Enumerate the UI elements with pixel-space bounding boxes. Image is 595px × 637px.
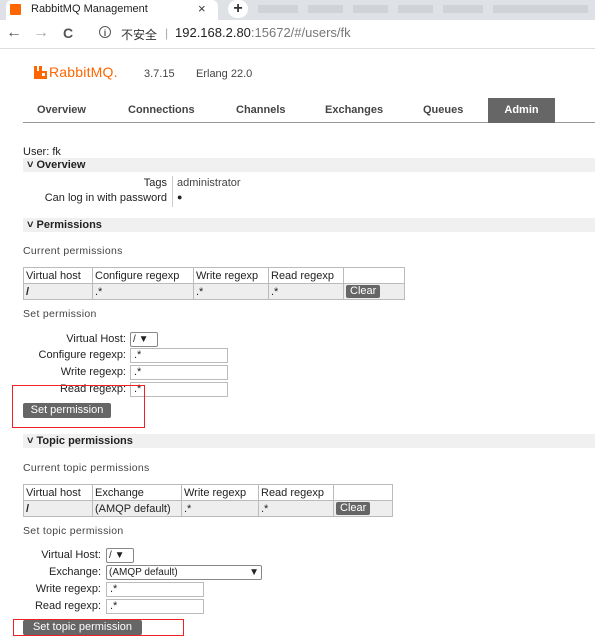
current-topic-permissions-heading: Current topic permissions xyxy=(23,462,150,474)
overview-heading: Overview xyxy=(36,159,86,171)
url-path: :15672/#/users/fk xyxy=(250,25,351,40)
cell-write: .* xyxy=(193,283,269,300)
version-label: 3.7.15 xyxy=(144,68,175,80)
permissions-heading: Permissions xyxy=(36,219,102,231)
cell-read: .* xyxy=(258,500,334,517)
column-header: Virtual host xyxy=(23,484,93,501)
topic-permissions-section-header[interactable]: ˅ Topic permissions xyxy=(23,434,595,448)
table-header-row: Virtual host Exchange Write regexp Read … xyxy=(23,484,393,501)
column-header: Read regexp xyxy=(258,484,334,501)
cell-read: .* xyxy=(268,283,344,300)
table-row: / .* .* .* Clear xyxy=(23,283,405,300)
table-row: / (AMQP default) .* .* Clear xyxy=(23,500,393,517)
set-topic-permission-heading: Set topic permission xyxy=(23,525,124,537)
tab-exchanges[interactable]: Exchanges xyxy=(325,104,383,116)
login-label: Can log in with password xyxy=(44,192,167,204)
dropdown-icon: ▼ xyxy=(114,550,125,561)
column-header: Read regexp xyxy=(268,267,344,284)
url-field[interactable]: 192.168.2.80:15672/#/users/fk xyxy=(175,25,351,40)
permissions-section-header[interactable]: ˅ Permissions xyxy=(23,218,595,232)
column-header xyxy=(343,267,405,284)
highlight-box xyxy=(13,619,184,636)
tab-channels[interactable]: Channels xyxy=(236,104,286,116)
write-regexp-input[interactable]: .* xyxy=(130,365,228,380)
topic-vhost-label: Virtual Host: xyxy=(41,549,101,561)
table-header-row: Virtual host Configure regexp Write rege… xyxy=(23,267,405,284)
url-separator: | xyxy=(165,26,169,40)
tab-connections[interactable]: Connections xyxy=(128,104,195,116)
tags-label: Tags xyxy=(143,177,167,189)
clear-topic-permission-button[interactable]: Clear xyxy=(336,502,371,515)
topic-vhost-select-value: / xyxy=(109,550,112,561)
column-header: Configure regexp xyxy=(92,267,194,284)
topic-write-regexp-input[interactable]: .* xyxy=(106,582,204,597)
vhost-select-value: / xyxy=(133,334,136,345)
set-permission-heading: Set permission xyxy=(23,308,97,320)
close-tab-icon[interactable]: × xyxy=(198,1,206,16)
chevron-down-icon: ˅ xyxy=(27,435,34,447)
column-header xyxy=(333,484,393,501)
rabbitmq-logo-icon xyxy=(34,66,47,79)
permissions-table: Virtual host Configure regexp Write rege… xyxy=(23,267,405,300)
chevron-down-icon: ˅ xyxy=(27,219,34,231)
url-host: 192.168.2.80 xyxy=(175,25,251,40)
column-header: Exchange xyxy=(92,484,182,501)
topic-vhost-select[interactable]: / ▼ xyxy=(106,548,134,563)
configure-label: Configure regexp: xyxy=(38,349,126,361)
topic-permissions-heading: Topic permissions xyxy=(36,435,133,447)
column-header: Virtual host xyxy=(23,267,93,284)
exchange-label: Exchange: xyxy=(49,566,101,578)
column-header: Write regexp xyxy=(193,267,269,284)
cell-exchange: (AMQP default) xyxy=(92,500,182,517)
dropdown-icon: ▼ xyxy=(249,567,259,578)
rabbitmq-favicon-icon xyxy=(10,4,21,15)
vhost-label: Virtual Host: xyxy=(66,333,126,345)
page-title: User: fk xyxy=(23,146,61,158)
tab-overview[interactable]: Overview xyxy=(37,104,86,116)
reload-icon[interactable]: C xyxy=(63,25,73,41)
exchange-select-value: (AMQP default) xyxy=(109,567,178,578)
topic-permissions-table: Virtual host Exchange Write regexp Read … xyxy=(23,484,393,517)
cell-vhost: / xyxy=(23,283,93,300)
info-icon[interactable]: i xyxy=(99,26,111,38)
overview-section-header[interactable]: ˅ Overview xyxy=(23,158,595,172)
chevron-down-icon: ˅ xyxy=(27,159,34,171)
highlight-box xyxy=(12,385,145,428)
new-tab-button[interactable]: + xyxy=(228,0,248,18)
tags-value: administrator xyxy=(177,177,241,189)
tab-admin[interactable]: Admin xyxy=(488,98,555,123)
cell-write: .* xyxy=(181,500,259,517)
erlang-version-label: Erlang 22.0 xyxy=(196,68,253,80)
cell-action: Clear xyxy=(343,283,405,300)
rabbitmq-brand: RabbitMQ. xyxy=(49,64,118,80)
security-label[interactable]: 不安全 xyxy=(121,26,157,43)
topic-read-label: Read regexp: xyxy=(34,600,101,612)
divider xyxy=(172,176,173,207)
column-header: Write regexp xyxy=(181,484,259,501)
configure-regexp-input[interactable]: .* xyxy=(130,348,228,363)
topic-write-label: Write regexp: xyxy=(35,583,101,595)
blurred-bookmarks xyxy=(258,5,588,13)
write-label: Write regexp: xyxy=(60,366,126,378)
login-value: ● xyxy=(177,192,183,202)
clear-permission-button[interactable]: Clear xyxy=(346,285,381,298)
browser-tab-title: RabbitMQ Management xyxy=(31,3,148,15)
dropdown-icon: ▼ xyxy=(138,334,149,345)
topic-read-regexp-input[interactable]: .* xyxy=(106,599,204,614)
forward-arrow-icon[interactable]: → xyxy=(33,24,49,42)
rabbitmq-logo-text: RabbitMQ. xyxy=(49,64,118,80)
vhost-select[interactable]: / ▼ xyxy=(130,332,158,347)
exchange-select[interactable]: (AMQP default) ▼ xyxy=(106,565,262,580)
cell-configure: .* xyxy=(92,283,194,300)
cell-vhost: / xyxy=(23,500,93,517)
back-arrow-icon[interactable]: ← xyxy=(6,24,22,42)
tab-queues[interactable]: Queues xyxy=(423,104,463,116)
cell-action: Clear xyxy=(333,500,393,517)
current-permissions-heading: Current permissions xyxy=(23,245,123,257)
